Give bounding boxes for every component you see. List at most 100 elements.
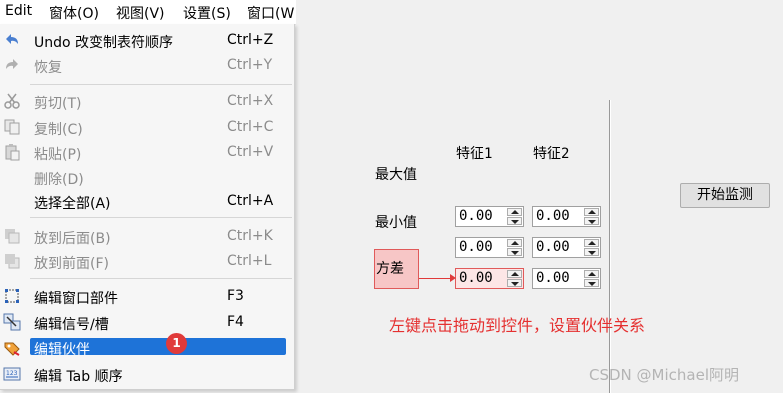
spin-arrows[interactable]: [584, 208, 599, 225]
menu-item-label: 粘贴(P): [34, 147, 82, 163]
menu-item-label: 编辑 Tab 顺序: [34, 369, 123, 385]
paste-icon: [5, 144, 20, 161]
spin-arrows[interactable]: [584, 239, 599, 256]
spinbox-value: 0.00: [536, 208, 570, 224]
menu-item-edit-widgets[interactable]: 编辑窗口部件 F3: [0, 284, 294, 308]
spin-arrows[interactable]: [507, 270, 522, 287]
instruction-annotation: 左键点击拖动到控件，设置伙伴关系: [389, 316, 646, 335]
menu-item-copy[interactable]: 复制(C) Ctrl+C: [0, 115, 294, 139]
edit-buddies-icon: [4, 342, 20, 356]
menu-item-shortcut: Ctrl+Y: [227, 57, 273, 73]
scissors-icon: [4, 93, 20, 109]
undo-icon: [6, 34, 18, 44]
spinbox-max-feature2[interactable]: 0.00: [532, 206, 601, 227]
edit-signals-icon: [3, 313, 21, 331]
menu-bar: Edit 窗体(O) 视图(V) 设置(S) 窗口(W: [0, 0, 296, 25]
spin-up-icon[interactable]: [584, 239, 599, 247]
spin-up-icon[interactable]: [584, 208, 599, 216]
spin-down-icon[interactable]: [584, 248, 599, 256]
menu-item-edit-signals[interactable]: 编辑信号/槽 F4: [0, 310, 294, 334]
menu-item-label: Undo 改变制表符顺序: [34, 35, 174, 51]
vertical-divider: [609, 100, 611, 393]
spinbox-value: 0.00: [459, 208, 493, 224]
edit-menu-dropdown: Undo 改变制表符顺序 Ctrl+Z 恢复 Ctrl+Y 剪切(T) Ctrl…: [0, 24, 295, 390]
menu-item-redo[interactable]: 恢复 Ctrl+Y: [0, 53, 294, 77]
spin-arrows[interactable]: [584, 270, 599, 287]
watermark: CSDN @Michael阿明: [589, 366, 739, 384]
spin-arrows[interactable]: [507, 239, 522, 256]
edit-widgets-icon: [5, 289, 19, 303]
menu-item-label: 放到前面(F): [34, 256, 109, 272]
menu-item-send-back[interactable]: 放到后面(B) Ctrl+K: [0, 224, 294, 248]
spin-up-icon[interactable]: [507, 270, 522, 278]
spinbox-min-feature1[interactable]: 0.00: [455, 237, 524, 258]
spinbox-variance-feature1[interactable]: 0.00: [455, 268, 524, 289]
menu-item-label: 编辑窗口部件: [34, 291, 118, 307]
menu-item-label: 放到后面(B): [34, 231, 111, 247]
spin-up-icon[interactable]: [507, 239, 522, 247]
menu-item-select-all[interactable]: 选择全部(A) Ctrl+A: [0, 189, 294, 213]
menu-item-shortcut: Ctrl+X: [227, 93, 274, 109]
menu-window[interactable]: 窗口(W: [247, 3, 294, 23]
menu-item-tab-order[interactable]: 123 编辑 Tab 顺序: [0, 362, 294, 386]
spinbox-value: 0.00: [459, 239, 493, 255]
start-monitor-button[interactable]: 开始监测: [680, 183, 770, 208]
step-badge: 1: [166, 333, 187, 354]
menu-separator: [30, 278, 292, 279]
menu-item-label: 复制(C): [34, 122, 83, 138]
spin-down-icon[interactable]: [507, 248, 522, 256]
redo-icon: [6, 59, 18, 69]
spin-arrows[interactable]: [507, 208, 522, 225]
menu-item-cut[interactable]: 剪切(T) Ctrl+X: [0, 89, 294, 113]
menu-item-shortcut: F4: [227, 314, 244, 330]
menu-item-shortcut: Ctrl+Z: [227, 32, 274, 48]
spin-down-icon[interactable]: [584, 217, 599, 225]
menu-item-shortcut: Ctrl+A: [227, 193, 274, 209]
column-header-feature1: 特征1: [456, 146, 493, 162]
tab-order-icon: 123: [3, 367, 21, 381]
spinbox-value: 0.00: [459, 270, 493, 286]
max-value-label: 最大值: [375, 167, 417, 183]
spinbox-max-feature1[interactable]: 0.00: [455, 206, 524, 227]
menu-item-label: 编辑信号/槽: [34, 317, 109, 333]
column-header-feature2: 特征2: [533, 146, 570, 162]
menu-item-label: 删除(D): [34, 172, 84, 188]
spinbox-variance-feature2[interactable]: 0.00: [532, 268, 601, 289]
spin-down-icon[interactable]: [507, 279, 522, 287]
menu-item-label: 选择全部(A): [34, 196, 111, 212]
menu-item-bring-front[interactable]: 放到前面(F) Ctrl+L: [0, 249, 294, 273]
spin-up-icon[interactable]: [507, 208, 522, 216]
spin-down-icon[interactable]: [584, 279, 599, 287]
menu-separator: [30, 84, 292, 85]
menu-view[interactable]: 视图(V): [116, 3, 165, 23]
menu-item-delete[interactable]: 删除(D): [0, 165, 294, 189]
buddy-arrow-head-icon: [450, 274, 456, 282]
spinbox-min-feature2[interactable]: 0.00: [532, 237, 601, 258]
menu-item-shortcut: F3: [227, 288, 244, 304]
spinbox-value: 0.00: [536, 239, 570, 255]
menu-form[interactable]: 窗体(O): [49, 3, 99, 23]
send-back-icon: [5, 229, 20, 244]
menu-item-label: 恢复: [34, 60, 62, 76]
bring-front-icon: [5, 254, 20, 269]
menu-edit[interactable]: Edit: [5, 3, 32, 19]
spinbox-value: 0.00: [536, 270, 570, 286]
menu-item-shortcut: Ctrl+K: [227, 228, 273, 244]
svg-text:123: 123: [6, 370, 18, 377]
copy-icon: [4, 119, 20, 135]
menu-item-label: 剪切(T): [34, 96, 82, 112]
menu-separator: [30, 217, 292, 218]
menu-item-edit-buddies[interactable]: 编辑伙伴: [0, 336, 294, 360]
variance-label[interactable]: 方差: [376, 258, 404, 278]
buddy-arrow-line: [419, 278, 453, 279]
menu-item-label: 编辑伙伴: [34, 342, 90, 358]
menu-settings[interactable]: 设置(S): [183, 3, 231, 23]
spin-up-icon[interactable]: [584, 270, 599, 278]
menu-item-paste[interactable]: 粘贴(P) Ctrl+V: [0, 140, 294, 164]
menu-item-undo[interactable]: Undo 改变制表符顺序 Ctrl+Z: [0, 28, 294, 52]
menu-item-shortcut: Ctrl+C: [227, 119, 274, 135]
spin-down-icon[interactable]: [507, 217, 522, 225]
min-value-label: 最小值: [375, 215, 417, 231]
menu-item-shortcut: Ctrl+V: [227, 144, 274, 160]
menu-item-shortcut: Ctrl+L: [227, 253, 272, 269]
